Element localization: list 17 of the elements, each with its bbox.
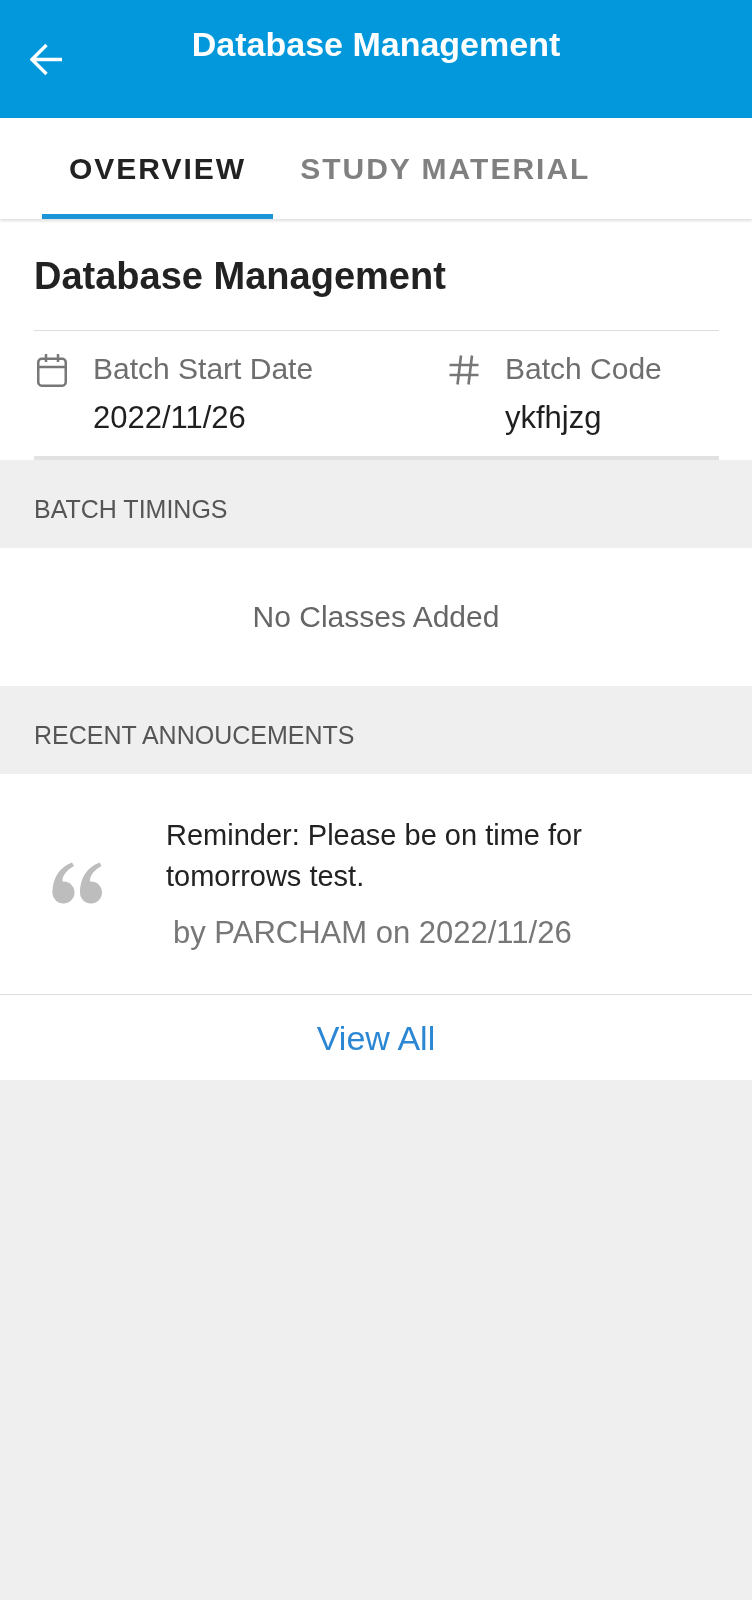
detail-value: ykfhjzg xyxy=(505,400,603,436)
detail-value: 2022/11/26 xyxy=(93,400,247,436)
tab[interactable]: STUDY MATERIAL xyxy=(273,118,618,219)
app-bar-title: Database Management xyxy=(190,24,562,64)
view-all-link[interactable]: View All xyxy=(316,1017,436,1058)
detail-label: Batch Start Date xyxy=(93,351,314,387)
back-arrow-icon xyxy=(30,43,63,76)
quote-icon xyxy=(52,861,103,904)
section-heading: BATCH TIMINGS xyxy=(33,494,229,525)
calendar-icon xyxy=(37,354,67,387)
announcement-byline: by PARCHAM on 2022/11/26 xyxy=(172,916,572,950)
section-heading: RECENT ANNOUCEMENTS xyxy=(33,720,356,751)
empty-message: No Classes Added xyxy=(252,600,500,634)
announcement-text: Reminder: Please be on time for tomorrows test. xyxy=(166,818,583,894)
course-title: Database Management xyxy=(34,254,447,298)
detail-label: Batch Code xyxy=(505,351,662,387)
hash-icon xyxy=(449,355,479,385)
